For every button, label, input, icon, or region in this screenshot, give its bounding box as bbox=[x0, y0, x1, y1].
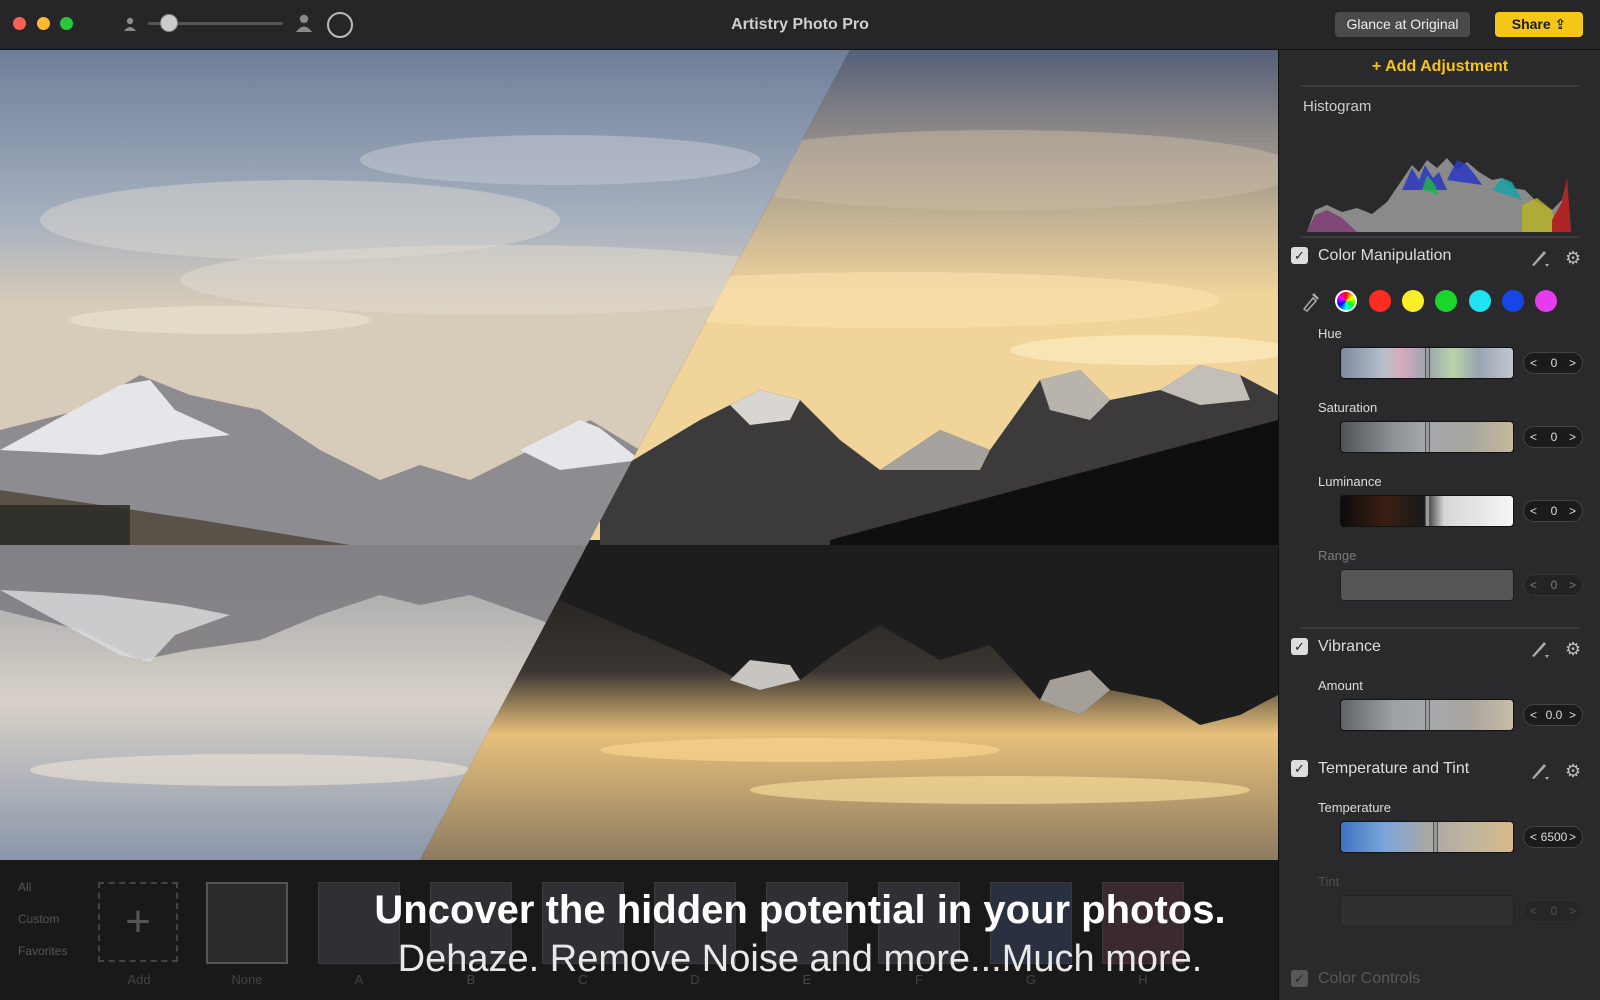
window-close-button[interactable] bbox=[13, 17, 26, 30]
brush-size-slider-knob[interactable] bbox=[160, 14, 178, 32]
gear-icon[interactable]: ⚙ bbox=[1565, 762, 1583, 780]
hue-slider[interactable] bbox=[1340, 347, 1514, 379]
vibrance-amount-slider[interactable] bbox=[1340, 699, 1514, 731]
temperature-slider[interactable] bbox=[1340, 821, 1514, 853]
stepper-increment[interactable]: > bbox=[1569, 708, 1576, 722]
saturation-stepper[interactable]: < 0 > bbox=[1523, 426, 1583, 448]
gear-icon[interactable]: ⚙ bbox=[1565, 640, 1583, 658]
stepper-increment[interactable]: > bbox=[1569, 504, 1576, 518]
vibrance-amount-stepper[interactable]: < 0.0 > bbox=[1523, 704, 1583, 726]
hue-label: Hue bbox=[1318, 326, 1342, 341]
swatch-magenta[interactable] bbox=[1535, 290, 1557, 312]
vibrance-checkbox[interactable]: ✓ bbox=[1291, 638, 1308, 655]
window-maximize-button[interactable] bbox=[60, 17, 73, 30]
color-manipulation-checkbox[interactable]: ✓ bbox=[1291, 247, 1308, 264]
promo-subline: Dehaze. Remove Noise and more...Much mor… bbox=[397, 938, 1203, 980]
stepper-increment: > bbox=[1568, 578, 1576, 592]
brush-icon[interactable] bbox=[1529, 759, 1551, 781]
title-bar: Artistry Photo Pro Glance at Original Sh… bbox=[0, 0, 1600, 50]
luminance-slider[interactable] bbox=[1340, 495, 1514, 527]
brush-icon[interactable] bbox=[1529, 246, 1551, 268]
stepper-increment[interactable]: > bbox=[1569, 356, 1576, 370]
amount-label: Amount bbox=[1318, 678, 1363, 693]
person-large-icon bbox=[296, 14, 312, 32]
window-minimize-button[interactable] bbox=[37, 17, 50, 30]
luminance-stepper[interactable]: < 0 > bbox=[1523, 500, 1583, 522]
divider bbox=[1301, 85, 1579, 87]
stepper-increment[interactable]: > bbox=[1569, 830, 1576, 844]
hue-stepper[interactable]: < 0 > bbox=[1523, 352, 1583, 374]
luminance-slider-knob[interactable] bbox=[1425, 496, 1430, 526]
color-manipulation-title: Color Manipulation bbox=[1318, 247, 1452, 264]
add-adjustment-button[interactable]: + Add Adjustment bbox=[1279, 58, 1600, 76]
glance-at-original-button[interactable]: Glance at Original bbox=[1335, 12, 1470, 37]
brush-icon[interactable] bbox=[1529, 637, 1551, 659]
tint-label: Tint bbox=[1318, 874, 1340, 889]
saturation-slider-knob[interactable] bbox=[1425, 422, 1430, 452]
swatch-green[interactable] bbox=[1435, 290, 1457, 312]
promo-headline: Uncover the hidden potential in your pho… bbox=[374, 888, 1226, 932]
eyedropper-icon[interactable] bbox=[1301, 290, 1319, 312]
vibrance-amount-slider-knob[interactable] bbox=[1425, 700, 1430, 730]
swatch-all-colors[interactable] bbox=[1335, 290, 1357, 312]
swatch-blue[interactable] bbox=[1502, 290, 1524, 312]
histogram-title: Histogram bbox=[1303, 98, 1372, 115]
photo-image bbox=[0, 50, 1278, 860]
stepper-increment[interactable]: > bbox=[1569, 430, 1576, 444]
range-label: Range bbox=[1318, 548, 1357, 563]
share-button[interactable]: Share ⇪ bbox=[1495, 12, 1583, 37]
temperature-tint-checkbox[interactable]: ✓ bbox=[1291, 760, 1308, 777]
luminance-label: Luminance bbox=[1318, 474, 1382, 489]
range-slider bbox=[1340, 569, 1514, 601]
temperature-label: Temperature bbox=[1318, 800, 1391, 815]
divider bbox=[1301, 236, 1579, 238]
range-stepper: < 0 > bbox=[1523, 574, 1583, 596]
circle-tool-icon[interactable] bbox=[327, 12, 353, 38]
swatch-red[interactable] bbox=[1369, 290, 1391, 312]
temperature-slider-knob[interactable] bbox=[1433, 822, 1438, 852]
histogram-chart bbox=[1307, 158, 1571, 232]
swatch-cyan[interactable] bbox=[1469, 290, 1491, 312]
temperature-stepper[interactable]: < 6500 > bbox=[1523, 826, 1583, 848]
temperature-tint-title: Temperature and Tint bbox=[1318, 760, 1470, 777]
photo-canvas[interactable] bbox=[0, 50, 1278, 860]
adjustments-panel: + Add Adjustment Histogram ✓ Color Manip… bbox=[1278, 50, 1600, 1000]
gear-icon[interactable]: ⚙ bbox=[1565, 249, 1583, 267]
saturation-slider[interactable] bbox=[1340, 421, 1514, 453]
hue-slider-knob[interactable] bbox=[1425, 348, 1430, 378]
vibrance-title: Vibrance bbox=[1318, 638, 1381, 655]
brush-size-slider[interactable] bbox=[148, 14, 283, 32]
person-small-icon bbox=[124, 17, 136, 31]
divider bbox=[1301, 627, 1579, 629]
swatch-yellow[interactable] bbox=[1402, 290, 1424, 312]
saturation-label: Saturation bbox=[1318, 400, 1378, 415]
